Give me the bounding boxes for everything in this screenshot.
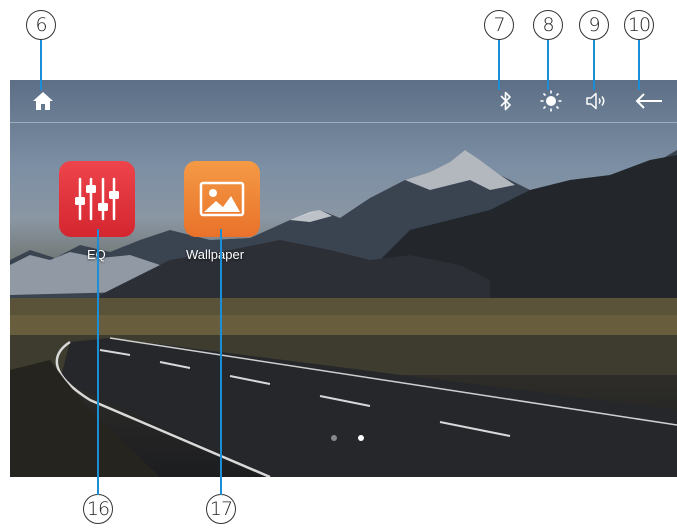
page-indicator-2[interactable] (358, 435, 364, 441)
volume-icon (586, 92, 605, 110)
callout-home: 6 (26, 10, 56, 40)
brightness-button[interactable] (538, 88, 564, 114)
equalizer-icon (75, 177, 119, 221)
wallpaper-app-label: Wallpaper (186, 247, 245, 262)
leader-line-wallpaper (220, 229, 222, 495)
bluetooth-button[interactable] (493, 88, 519, 114)
leader-line-home (40, 40, 42, 90)
leader-line-eq (97, 229, 99, 495)
brightness-icon (540, 90, 562, 112)
page-indicator-1[interactable] (331, 435, 337, 441)
top-status-bar (10, 80, 677, 123)
volume-button[interactable] (583, 88, 609, 114)
leader-line-volume (593, 40, 595, 90)
callout-brightness: 8 (533, 10, 563, 40)
leader-line-bluetooth (498, 40, 500, 90)
back-button[interactable] (633, 88, 665, 114)
image-icon (199, 181, 245, 217)
wallpaper-app-button[interactable] (184, 161, 260, 237)
callout-eq: 16 (83, 494, 113, 524)
eq-app-button[interactable] (59, 161, 135, 237)
landscape-background (10, 150, 677, 477)
leader-line-back (638, 40, 640, 90)
callout-wallpaper: 17 (206, 494, 236, 524)
callout-bluetooth: 7 (484, 10, 514, 40)
leader-line-brightness (547, 40, 549, 90)
home-icon (33, 92, 53, 110)
back-arrow-icon (635, 93, 662, 109)
callout-back: 10 (624, 10, 654, 40)
bluetooth-icon (500, 91, 511, 111)
home-button[interactable] (30, 88, 56, 114)
home-screen: EQ Wallpaper (10, 80, 677, 477)
callout-volume: 9 (579, 10, 609, 40)
